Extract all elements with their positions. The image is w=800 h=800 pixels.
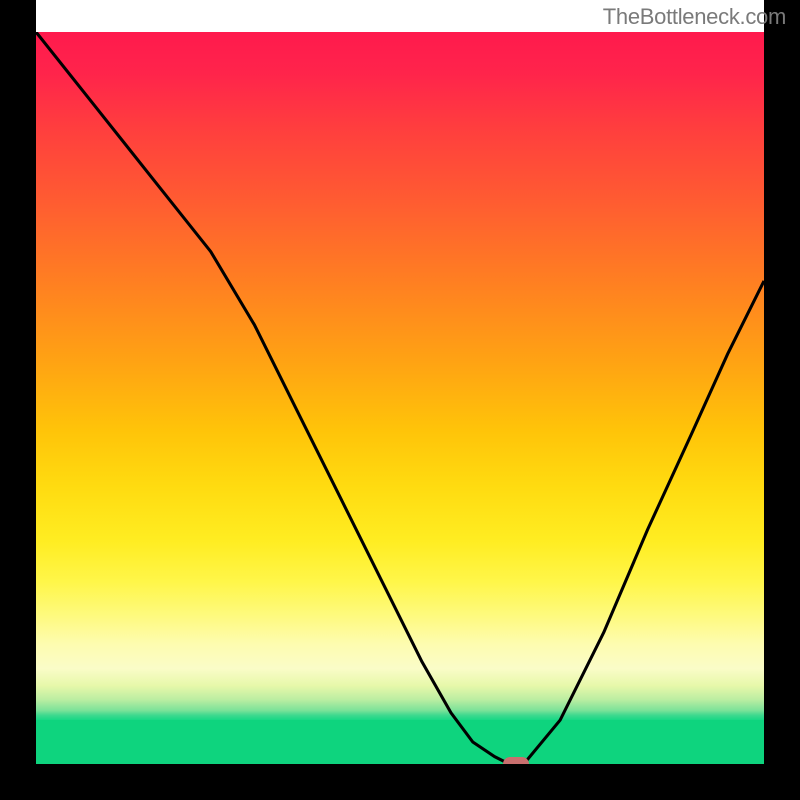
curve-svg [36, 32, 764, 764]
chart-container: TheBottleneck.com [0, 0, 800, 800]
optimum-marker [503, 757, 529, 771]
watermark-text: TheBottleneck.com [603, 4, 786, 30]
plot-area [36, 32, 764, 764]
bottleneck-curve-path [36, 32, 764, 764]
